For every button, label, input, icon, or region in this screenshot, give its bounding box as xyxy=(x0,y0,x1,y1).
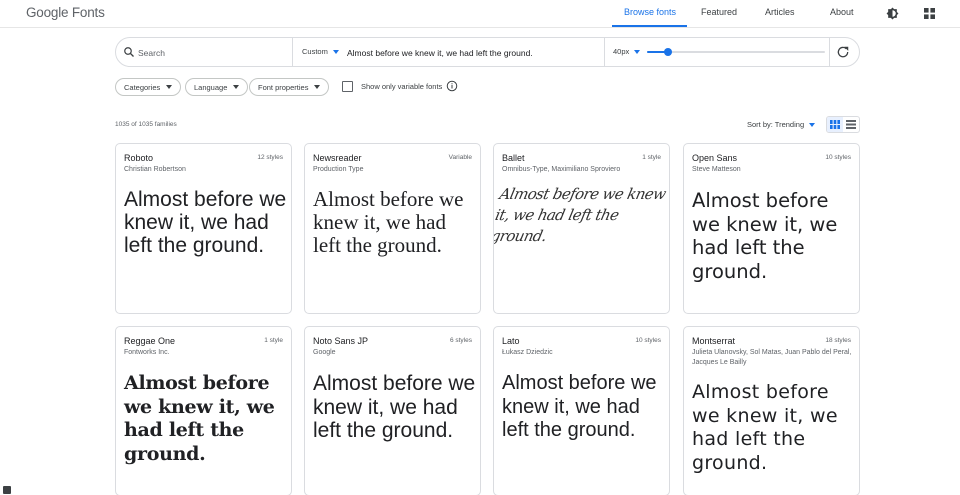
font-author: Omnibus-Type, Maximiliano Sproviero xyxy=(502,166,621,173)
font-author: Fontworks Inc. xyxy=(124,349,170,356)
google-fonts-logo[interactable]: Google Fonts xyxy=(26,5,105,20)
font-card[interactable]: Montserrat 18 styles Julieta Ulanovsky, … xyxy=(683,326,860,495)
font-sample-text: Almost before we knew it, we had left th… xyxy=(124,188,287,257)
preview-mode-label: Custom xyxy=(302,47,328,56)
variable-only-checkbox[interactable] xyxy=(342,81,353,92)
view-toggle xyxy=(826,116,860,133)
list-view-button[interactable] xyxy=(843,117,859,132)
chevron-down-icon xyxy=(166,85,173,89)
font-card[interactable]: Lato 10 styles Łukasz Dziedzic Almost be… xyxy=(493,326,670,495)
font-card[interactable]: Reggae One 1 style Fontworks Inc. Almost… xyxy=(115,326,292,495)
divider xyxy=(604,38,605,66)
categories-filter[interactable]: Categories xyxy=(115,78,182,96)
top-app-bar: Google Fonts Browse fonts Featured Artic… xyxy=(0,0,960,28)
font-properties-label: Font properties xyxy=(258,82,309,92)
font-sample-text: Almost before we knew it, we had left th… xyxy=(124,372,275,465)
chevron-down-icon xyxy=(233,85,240,89)
font-styles-count: 1 style xyxy=(642,154,661,161)
search-input[interactable] xyxy=(138,44,288,61)
font-sample-text: Almost before we knew it, we had left th… xyxy=(313,372,476,442)
chevron-down-icon xyxy=(314,85,321,89)
font-styles-count: 18 styles xyxy=(825,337,851,344)
font-sample-text: Almost before we knew it, we had left th… xyxy=(313,187,464,257)
font-author: Production Type xyxy=(313,166,364,173)
apps-grid-icon[interactable] xyxy=(921,5,937,21)
font-author: Łukasz Dziedzic xyxy=(502,349,553,356)
font-card[interactable]: Open Sans 10 styles Steve Matteson Almos… xyxy=(683,143,860,314)
sort-label: Sort by: Trending xyxy=(747,120,805,129)
feedback-icon[interactable] xyxy=(3,486,11,494)
font-properties-filter[interactable]: Font properties xyxy=(249,78,330,96)
font-card[interactable]: Roboto 12 styles Christian Robertson Alm… xyxy=(115,143,292,314)
font-name: Open Sans xyxy=(692,153,738,163)
font-name: Newsreader xyxy=(313,153,362,163)
font-author: Steve Matteson xyxy=(692,166,741,173)
results-count: 1035 of 1035 families xyxy=(115,121,177,128)
font-styles-count: 6 styles xyxy=(449,337,472,344)
font-size-label: 40px xyxy=(613,47,630,56)
font-sample-text: Almost before we knew it, we had left th… xyxy=(502,372,657,441)
sort-dropdown[interactable]: Sort by: Trending xyxy=(747,120,816,129)
chevron-down-icon xyxy=(809,122,816,127)
slider-thumb[interactable] xyxy=(664,48,673,56)
font-name: Noto Sans JP xyxy=(313,336,369,346)
font-card[interactable]: Noto Sans JP 6 styles Google Almost befo… xyxy=(304,326,481,495)
preview-mode-dropdown[interactable]: Custom xyxy=(302,47,339,56)
font-styles-count: 10 styles xyxy=(635,337,661,344)
font-styles-count: 10 styles xyxy=(825,154,851,161)
font-author: Christian Robertson xyxy=(124,166,186,173)
nav-featured[interactable]: Featured xyxy=(701,7,737,17)
refresh-icon[interactable] xyxy=(836,45,850,59)
divider xyxy=(292,38,293,66)
font-name: Montserrat xyxy=(692,336,736,346)
font-author: Google xyxy=(313,349,336,356)
preview-text-input[interactable] xyxy=(347,44,597,61)
font-name: Lato xyxy=(502,336,520,346)
active-tab-indicator xyxy=(612,25,687,27)
language-filter[interactable]: Language xyxy=(185,78,249,96)
font-name: Roboto xyxy=(124,153,154,163)
font-styles-count: 1 style xyxy=(264,337,283,344)
grid-view-icon xyxy=(830,120,840,129)
font-styles-count: 12 styles xyxy=(257,154,283,161)
divider xyxy=(829,38,830,66)
font-name: Reggae One xyxy=(124,336,176,346)
search-icon xyxy=(124,47,134,57)
font-name: Ballet xyxy=(502,153,525,163)
variable-only-label: Show only variable fonts xyxy=(361,82,443,91)
font-size-slider[interactable] xyxy=(647,48,825,56)
font-styles-count: Variable xyxy=(448,154,472,161)
font-size-dropdown[interactable]: 40px xyxy=(613,47,641,56)
language-label: Language xyxy=(194,82,228,92)
font-author: Julieta Ulanovsky, Sol Matas, Juan Pablo… xyxy=(692,349,852,366)
font-card[interactable]: Ballet 1 style Omnibus-Type, Maximiliano… xyxy=(493,143,670,314)
nav-browse-fonts[interactable]: Browse fonts xyxy=(624,7,676,17)
font-sample-text: Almost before we knew it, we had left th… xyxy=(493,185,668,245)
nav-about[interactable]: About xyxy=(830,7,854,17)
categories-label: Categories xyxy=(124,82,161,92)
chevron-down-icon xyxy=(634,49,641,54)
theme-toggle-icon[interactable] xyxy=(884,5,900,21)
font-sample-text: Almost before we knew it, we had left th… xyxy=(692,189,838,283)
nav-articles[interactable]: Articles xyxy=(765,7,795,17)
search-preview-bar: Custom 40px xyxy=(115,37,860,67)
font-sample-text: Almost before we knew it, we had left th… xyxy=(692,381,838,474)
chevron-down-icon xyxy=(332,49,339,54)
font-card[interactable]: Newsreader Variable Production Type Almo… xyxy=(304,143,481,314)
list-view-icon xyxy=(846,120,856,129)
grid-view-button[interactable] xyxy=(827,117,843,132)
info-icon[interactable] xyxy=(446,80,458,92)
